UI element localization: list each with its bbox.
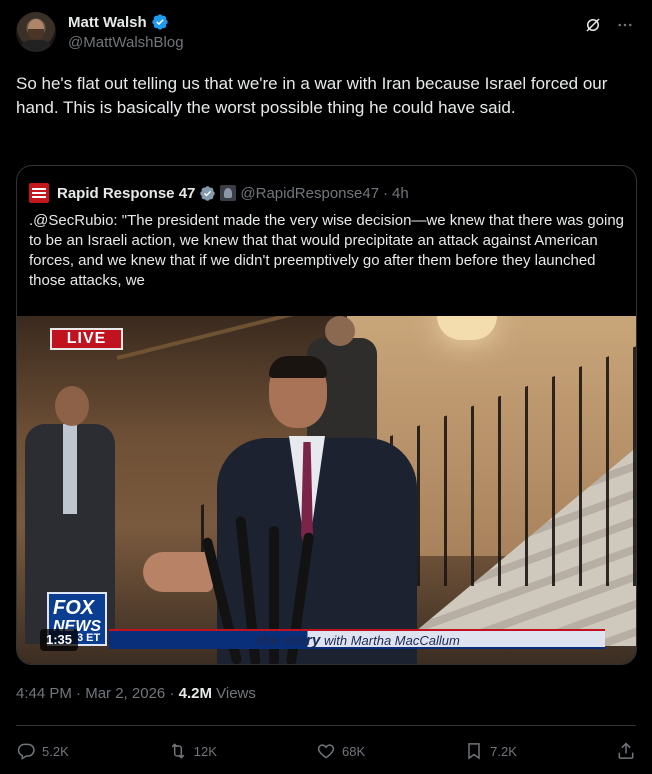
quoted-header: Rapid Response 47 @RapidResponse47 · 4h [29,183,409,203]
heart-icon [317,744,335,759]
tweet-meta: 4:44 PM · Mar 2, 2026 · 4.2M Views [16,685,256,702]
show-title: the story [257,632,321,649]
bookmark-icon [468,743,480,760]
tweet-text: So he's flat out telling us that we're i… [16,74,608,117]
video-player[interactable]: LIVE the story with Martha MacCallum FOX… [17,316,636,664]
action-bar: 5.2K 12K 68K 7.2K [16,736,636,766]
views-label: Views [216,685,256,702]
quoted-text: .@SecRubio: "The president made the very… [29,212,625,289]
top-actions [582,14,636,36]
verified-badge-icon [151,14,168,30]
repost-count: 12K [193,743,217,759]
live-badge: LIVE [50,328,123,350]
author-name-row: Matt Walsh [68,13,169,31]
tweet-date[interactable]: Mar 2, 2026 [85,685,165,702]
tweet-header: Matt Walsh @MattWalshBlog [16,12,636,56]
gesturing-hand [143,552,213,592]
repost-icon [171,743,185,759]
divider [16,725,636,726]
author-avatar[interactable] [16,12,56,52]
grok-icon[interactable] [582,14,604,36]
bookmark-count: 7.2K [490,743,517,759]
verified-badge-icon [200,185,216,201]
like-count: 68K [341,743,366,759]
share-button[interactable] [616,741,636,761]
quoted-tweet[interactable]: Rapid Response 47 @RapidResponse47 · 4h … [16,165,637,665]
timezone-label: 3 ET [77,632,101,644]
author-handle[interactable]: @MattWalshBlog [68,34,184,51]
tweet-time[interactable]: 4:44 PM [16,685,72,702]
bookmark-button[interactable]: 7.2K [464,741,517,761]
quoted-time[interactable]: 4h [392,185,409,202]
author-name[interactable]: Matt Walsh [68,14,147,31]
lower-third-banner: the story with Martha MacCallum [109,629,605,649]
reply-icon [17,743,35,760]
quoted-author-handle[interactable]: @RapidResponse47 [240,185,379,202]
show-host: with Martha MacCallum [323,633,460,648]
government-affiliation-icon [220,185,237,201]
quoted-avatar[interactable] [29,183,49,203]
network-line1: FOX [53,597,95,619]
repost-button[interactable]: 12K [168,741,217,761]
dot-separator: · [76,685,82,702]
share-icon [618,742,634,759]
quoted-author-name[interactable]: Rapid Response 47 [57,185,195,202]
reply-button[interactable]: 5.2K [16,741,69,761]
reply-count: 5.2K [42,743,69,759]
like-button[interactable]: 68K [316,741,365,761]
dot-separator: · [383,184,389,202]
video-duration: 1:35 [40,629,78,651]
more-options-icon[interactable] [614,14,636,36]
views-count: 4.2M [178,685,212,702]
dot-separator: · [169,685,175,702]
